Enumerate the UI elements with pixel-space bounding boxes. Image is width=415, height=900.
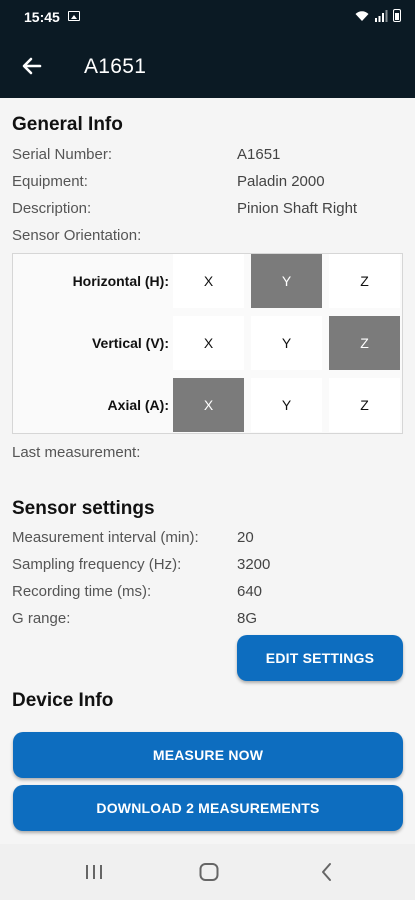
orientation-v-y[interactable]: Y bbox=[251, 316, 322, 370]
info-label: Equipment: bbox=[12, 173, 88, 190]
orientation-label-vertical: Vertical (V): bbox=[91, 335, 169, 351]
back-nav-icon[interactable] bbox=[318, 860, 334, 884]
info-value: Pinion Shaft Right bbox=[237, 200, 358, 217]
setting-value: 3200 bbox=[237, 556, 271, 573]
measure-now-button[interactable]: MEASURE NOW bbox=[13, 732, 403, 778]
system-icons bbox=[355, 9, 401, 22]
setting-label: Sampling frequency (Hz): bbox=[12, 556, 182, 573]
app-bar: A1651 bbox=[0, 34, 415, 98]
setting-label: Measurement interval (min): bbox=[12, 529, 199, 546]
orientation-a-z[interactable]: Z bbox=[329, 378, 400, 432]
device-info-heading: Device Info bbox=[12, 690, 114, 711]
orientation-a-y[interactable]: Y bbox=[251, 378, 322, 432]
info-label: Serial Number: bbox=[12, 146, 113, 163]
page-title: A1651 bbox=[84, 55, 147, 78]
sensor-settings-heading: Sensor settings bbox=[12, 498, 155, 519]
setting-value: 20 bbox=[237, 529, 254, 546]
setting-value: 8G bbox=[237, 610, 258, 627]
orientation-a-x[interactable]: X bbox=[173, 378, 244, 432]
download-measurements-button[interactable]: DOWNLOAD 2 MEASUREMENTS bbox=[13, 785, 403, 831]
signal-icon bbox=[375, 9, 388, 22]
wifi-icon bbox=[355, 10, 369, 21]
setting-label: G range: bbox=[12, 610, 71, 627]
orientation-label-horizontal: Horizontal (H): bbox=[72, 273, 169, 289]
status-bar: 15:45 bbox=[0, 0, 415, 34]
orientation-label-axial: Axial (A): bbox=[107, 397, 169, 413]
system-nav-bar bbox=[0, 844, 415, 900]
home-icon[interactable] bbox=[198, 860, 220, 884]
info-value: A1651 bbox=[237, 146, 281, 163]
battery-icon bbox=[393, 9, 401, 22]
orientation-h-y[interactable]: Y bbox=[251, 254, 322, 308]
last-measurement-label: Last measurement: bbox=[12, 444, 141, 461]
info-value: Paladin 2000 bbox=[237, 173, 325, 190]
orientation-grid: Horizontal (H): X Y Z Vertical (V): X Y … bbox=[12, 253, 403, 434]
setting-value: 640 bbox=[237, 583, 263, 600]
general-info-heading: General Info bbox=[12, 114, 123, 135]
setting-label: Recording time (ms): bbox=[12, 583, 152, 600]
recent-apps-icon[interactable] bbox=[84, 860, 104, 884]
sensor-detail-content: General Info Serial Number: A1651 Equipm… bbox=[0, 98, 415, 844]
orientation-h-z[interactable]: Z bbox=[329, 254, 400, 308]
image-icon bbox=[68, 11, 80, 21]
orientation-h-x[interactable]: X bbox=[173, 254, 244, 308]
info-label: Description: bbox=[12, 200, 92, 217]
back-arrow-icon[interactable] bbox=[20, 54, 44, 78]
edit-settings-button[interactable]: EDIT SETTINGS bbox=[237, 635, 403, 681]
orientation-v-z[interactable]: Z bbox=[329, 316, 400, 370]
info-label: Sensor Orientation: bbox=[12, 227, 142, 244]
status-time: 15:45 bbox=[24, 9, 60, 25]
orientation-v-x[interactable]: X bbox=[173, 316, 244, 370]
